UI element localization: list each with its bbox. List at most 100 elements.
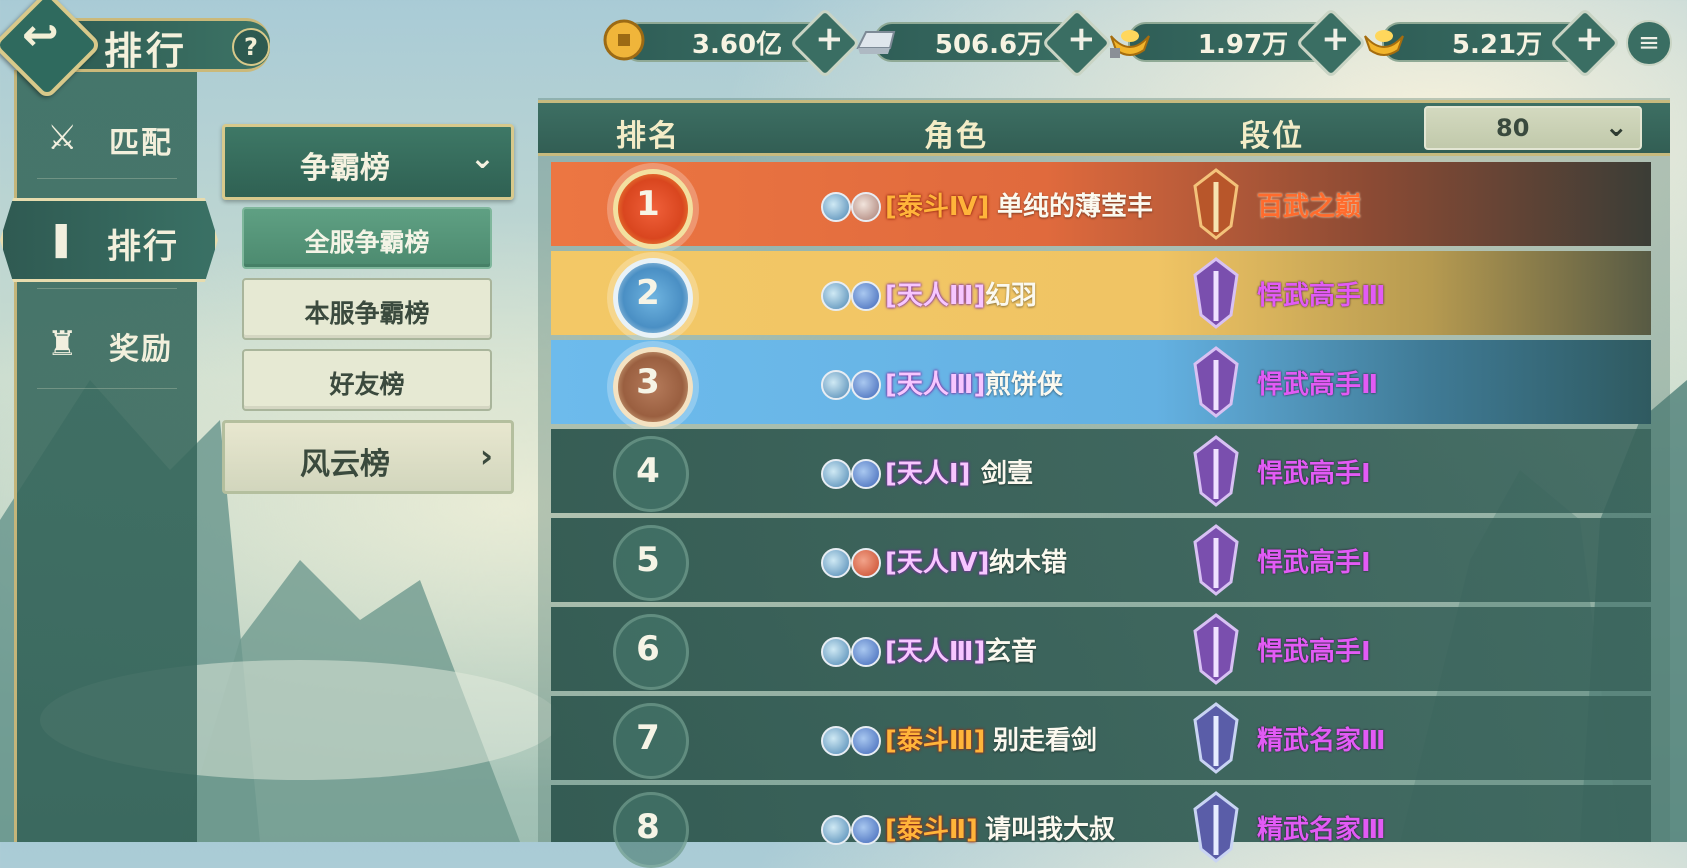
table-row[interactable]: 8 [泰斗Ⅱ] 请叫我大叔 精武名家Ⅲ [551, 785, 1651, 868]
class-icon [821, 370, 851, 400]
column-header-tier: 段位 [1240, 119, 1304, 154]
weapon-icon [851, 370, 881, 400]
board-dropdown-label: 争霸榜 [300, 151, 390, 186]
crossed-swords-icon: ⚔ [47, 118, 78, 158]
title-tag: [天人Ⅰ] [885, 459, 971, 489]
rank-number: 4 [636, 451, 660, 491]
tier-emblem-icon [1193, 613, 1239, 685]
chevron-down-icon: ⌄ [469, 141, 495, 176]
sidebar: ⚔ 匹配 ♜ 奖励 [14, 70, 197, 842]
weapon-icon [851, 281, 881, 311]
title-tag: [天人Ⅲ] [885, 637, 986, 667]
plus-icon: + [1067, 18, 1096, 59]
divider [37, 288, 177, 289]
sidebar-item-ranking[interactable]: ❚ 排行 [0, 198, 218, 282]
weapon-icon [851, 548, 881, 578]
class-icon [821, 726, 851, 756]
sidebar-item-match[interactable]: ⚔ 匹配 [17, 102, 197, 172]
player-name: 请叫我大叔 [985, 815, 1116, 845]
sidebar-item-label: 匹配 [109, 126, 173, 161]
sidebar-item-reward[interactable]: ♜ 奖励 [17, 308, 197, 378]
menu-icon[interactable]: ≡ [1626, 20, 1672, 66]
level-filter-select[interactable]: 80 ⌄ [1424, 106, 1642, 150]
tier-name: 精武名家Ⅲ [1257, 815, 1386, 845]
table-row[interactable]: 4 [天人Ⅰ] 剑壹 悍武高手Ⅰ [551, 429, 1651, 513]
tab-all-server[interactable]: 全服争霸榜 [242, 207, 492, 269]
title-tag: [泰斗Ⅳ] [885, 192, 990, 222]
chevron-down-icon: ⌄ [1604, 110, 1628, 143]
locked-gold-ingot-icon [1110, 30, 1150, 58]
rank-number: 8 [636, 807, 660, 847]
title-tag: [天人Ⅳ] [885, 548, 990, 578]
table-row[interactable]: 5 [天人Ⅳ] 纳木错 悍武高手Ⅰ [551, 518, 1651, 602]
class-icon [821, 459, 851, 489]
tab-this-server[interactable]: 本服争霸榜 [242, 278, 492, 340]
table-row[interactable]: 3 [天人Ⅲ] 煎饼侠 悍武高手Ⅱ [551, 340, 1651, 427]
sidebar-item-label: 排行 [107, 227, 179, 267]
divider [37, 388, 177, 389]
player-name: 幻羽 [985, 281, 1038, 311]
tier-emblem-icon [1193, 524, 1239, 596]
table-row[interactable]: 6 [天人Ⅲ] 玄音 悍武高手Ⅰ [551, 607, 1651, 691]
tier-name: 悍武高手Ⅱ [1257, 370, 1379, 400]
rank-number: 5 [636, 540, 660, 580]
title-tag: [泰斗Ⅱ] [885, 815, 978, 845]
class-icon [821, 637, 851, 667]
silver-ingot-icon [856, 31, 896, 54]
weapon-icon [851, 815, 881, 845]
tab-friends[interactable]: 好友榜 [242, 349, 492, 411]
class-icon [821, 548, 851, 578]
help-icon[interactable]: ? [232, 28, 270, 66]
tab-label: 本服争霸榜 [304, 299, 430, 328]
table-row[interactable]: 1 [泰斗Ⅳ] 单纯的薄莹丰 百武之巅 [551, 162, 1651, 249]
feng-yun-label: 风云榜 [300, 447, 390, 482]
page-title: 排行 [104, 28, 189, 73]
reward-icon: ♜ [47, 324, 78, 364]
column-header-role: 角色 [924, 119, 988, 154]
chevron-right-icon: › [479, 437, 493, 475]
table-row[interactable]: 7 [泰斗Ⅲ] 别走看剑 精武名家Ⅲ [551, 696, 1651, 780]
table-row[interactable]: 2 [天人Ⅲ] 幻羽 悍武高手Ⅲ [551, 251, 1651, 338]
divider [37, 178, 177, 179]
copper-coin-icon [603, 19, 645, 61]
sidebar-item-label: 奖励 [109, 332, 173, 367]
rank-number: 6 [636, 629, 660, 669]
tier-name: 百武之巅 [1257, 192, 1362, 222]
tier-name: 悍武高手Ⅰ [1257, 459, 1371, 489]
title-tag: [泰斗Ⅲ] [885, 726, 986, 756]
tier-name: 精武名家Ⅲ [1257, 726, 1386, 756]
tier-emblem-icon [1193, 435, 1239, 507]
scroll-icon: ❚ [47, 219, 76, 259]
player-name: 单纯的薄莹丰 [997, 192, 1154, 222]
class-icon [821, 815, 851, 845]
tier-name: 悍武高手Ⅰ [1257, 548, 1371, 578]
tier-emblem-icon [1193, 702, 1239, 774]
tier-emblem-icon [1193, 168, 1239, 240]
player-name: 剑壹 [981, 459, 1034, 489]
column-header-rank: 排名 [616, 119, 680, 154]
rank-number: 7 [636, 718, 660, 758]
tier-name: 悍武高手Ⅰ [1257, 637, 1371, 667]
class-icon [821, 281, 851, 311]
rank-number: 3 [636, 362, 660, 402]
back-arrow-icon[interactable]: ↩ [22, 10, 59, 61]
board-dropdown[interactable]: 争霸榜 ⌄ [222, 124, 514, 200]
level-filter-value: 80 [1496, 114, 1530, 142]
title-tag: [天人Ⅲ] [885, 370, 986, 400]
tier-emblem-icon [1193, 346, 1239, 418]
plus-icon: + [815, 18, 844, 59]
feng-yun-board-button[interactable]: 风云榜 › [222, 420, 514, 494]
title-tag: [天人Ⅲ] [885, 281, 986, 311]
player-name: 玄音 [985, 637, 1038, 667]
weapon-icon [851, 192, 881, 222]
plus-icon: + [1575, 18, 1604, 59]
tab-label: 好友榜 [329, 370, 405, 399]
title-block: ↩ 排行 ? [0, 0, 280, 101]
player-name: 煎饼侠 [985, 370, 1064, 400]
weapon-icon [851, 459, 881, 489]
tier-emblem-icon [1193, 257, 1239, 329]
gold-ingot-icon [1364, 30, 1404, 56]
weapon-icon [851, 726, 881, 756]
rank-number: 2 [636, 273, 660, 313]
player-name: 纳木错 [989, 548, 1068, 578]
